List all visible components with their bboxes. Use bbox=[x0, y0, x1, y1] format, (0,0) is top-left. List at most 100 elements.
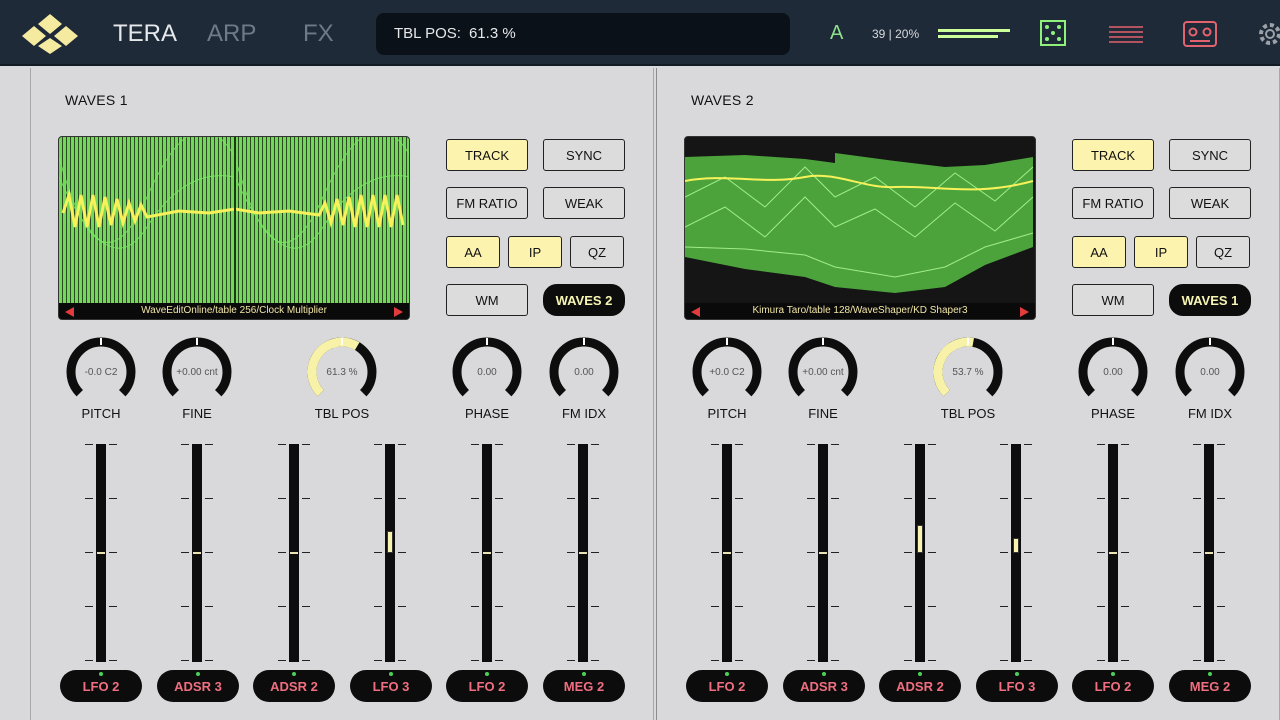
fader-thumb[interactable] bbox=[917, 524, 923, 553]
fader-thumb[interactable] bbox=[290, 552, 298, 554]
mod-source-button[interactable]: MEG 2 bbox=[543, 670, 625, 702]
voice-meter bbox=[938, 35, 998, 38]
weak-button[interactable]: WEAK bbox=[1169, 187, 1251, 219]
fm-idx-knob[interactable]: 0.00 FM IDX bbox=[546, 336, 622, 422]
fader-thumb[interactable] bbox=[387, 531, 393, 553]
prev-table-arrow-icon[interactable] bbox=[65, 307, 74, 317]
qz-button[interactable]: QZ bbox=[1196, 236, 1250, 268]
fine-knob[interactable]: +0.00 cnt FINE bbox=[159, 336, 235, 422]
mod-source-button[interactable]: ADSR 3 bbox=[157, 670, 239, 702]
pitch-knob[interactable]: +0.0 C2 PITCH bbox=[689, 336, 765, 422]
mod-source-button[interactable]: MEG 2 bbox=[1169, 670, 1251, 702]
fader-tick bbox=[711, 444, 719, 445]
aa-button[interactable]: AA bbox=[446, 236, 500, 268]
ip-button[interactable]: IP bbox=[1134, 236, 1188, 268]
phase-knob[interactable]: 0.00 PHASE bbox=[449, 336, 525, 422]
fader-tick bbox=[1000, 606, 1008, 607]
wm-button[interactable]: WM bbox=[446, 284, 528, 316]
mod-fader[interactable] bbox=[900, 444, 940, 664]
track-button[interactable]: TRACK bbox=[1072, 139, 1154, 171]
prev-table-arrow-icon[interactable] bbox=[691, 307, 700, 317]
fader-track bbox=[1011, 444, 1021, 662]
fader-thumb[interactable] bbox=[819, 552, 827, 554]
fm-ratio-button[interactable]: FM RATIO bbox=[446, 187, 528, 219]
fader-thumb[interactable] bbox=[1013, 537, 1019, 553]
wm-button[interactable]: WM bbox=[1072, 284, 1154, 316]
fm-idx-knob[interactable]: 0.00 FM IDX bbox=[1172, 336, 1248, 422]
phase-knob[interactable]: 0.00 PHASE bbox=[1075, 336, 1151, 422]
mod-fader[interactable] bbox=[467, 444, 507, 664]
mod-source-button[interactable]: LFO 2 bbox=[60, 670, 142, 702]
tera-logo[interactable] bbox=[20, 12, 80, 56]
fader-thumb[interactable] bbox=[97, 552, 105, 554]
lines-menu-icon[interactable] bbox=[1108, 18, 1144, 48]
fader-thumb[interactable] bbox=[1205, 552, 1213, 554]
fader-tick bbox=[735, 606, 743, 607]
mod-source-button[interactable]: ADSR 2 bbox=[253, 670, 335, 702]
wave-source-button[interactable]: WAVES 2 bbox=[543, 284, 625, 316]
mod-fader[interactable] bbox=[707, 444, 747, 664]
tape-icon[interactable] bbox=[1182, 18, 1218, 48]
tab-tera[interactable]: TERA bbox=[113, 20, 177, 48]
weak-button[interactable]: WEAK bbox=[543, 187, 625, 219]
fader-tick bbox=[928, 606, 936, 607]
mod-fader[interactable] bbox=[177, 444, 217, 664]
ip-button[interactable]: IP bbox=[508, 236, 562, 268]
wavetable-display[interactable]: Kimura Taro/table 128/WaveShaper/KD Shap… bbox=[684, 136, 1036, 320]
mod-source-button[interactable]: LFO 3 bbox=[976, 670, 1058, 702]
mod-source-button[interactable]: LFO 2 bbox=[1072, 670, 1154, 702]
fader-tick bbox=[1217, 606, 1225, 607]
fader-tick bbox=[1097, 606, 1105, 607]
wavetable-display[interactable]: WaveEditOnline/table 256/Clock Multiplie… bbox=[58, 136, 410, 320]
fader-tick bbox=[567, 660, 575, 661]
fader-thumb[interactable] bbox=[193, 552, 201, 554]
mod-source-button[interactable]: ADSR 3 bbox=[783, 670, 865, 702]
wave-source-button[interactable]: WAVES 1 bbox=[1169, 284, 1251, 316]
mod-fader[interactable] bbox=[274, 444, 314, 664]
tab-arp[interactable]: ARP bbox=[207, 20, 256, 48]
mod-fader[interactable] bbox=[996, 444, 1036, 664]
track-button[interactable]: TRACK bbox=[446, 139, 528, 171]
fader-tick bbox=[374, 552, 382, 553]
mod-source-button[interactable]: LFO 2 bbox=[686, 670, 768, 702]
fine-knob[interactable]: +0.00 cnt FINE bbox=[785, 336, 861, 422]
fm-ratio-button[interactable]: FM RATIO bbox=[1072, 187, 1154, 219]
mod-fader[interactable] bbox=[1093, 444, 1133, 664]
gear-icon[interactable] bbox=[1256, 18, 1280, 48]
fader-tick bbox=[807, 552, 815, 553]
next-table-arrow-icon[interactable] bbox=[1020, 307, 1029, 317]
fader-tick bbox=[398, 606, 406, 607]
fader-tick bbox=[181, 606, 189, 607]
mod-fader[interactable] bbox=[803, 444, 843, 664]
tbl-pos-knob[interactable]: 53.7 % TBL POS bbox=[930, 336, 1006, 422]
mod-source-button[interactable]: LFO 3 bbox=[350, 670, 432, 702]
parameter-name: TBL POS: bbox=[394, 25, 461, 42]
preset-slot-indicator[interactable]: A bbox=[830, 22, 843, 45]
aa-button[interactable]: AA bbox=[1072, 236, 1126, 268]
sync-button[interactable]: SYNC bbox=[543, 139, 625, 171]
fader-thumb[interactable] bbox=[1109, 552, 1117, 554]
mod-source-button[interactable]: LFO 2 bbox=[446, 670, 528, 702]
mod-fader[interactable] bbox=[1189, 444, 1229, 664]
mod-fader[interactable] bbox=[563, 444, 603, 664]
mod-fader[interactable] bbox=[370, 444, 410, 664]
mod-source-button[interactable]: ADSR 2 bbox=[879, 670, 961, 702]
mod-fader[interactable] bbox=[81, 444, 121, 664]
fader-tick bbox=[85, 660, 93, 661]
qz-button[interactable]: QZ bbox=[570, 236, 624, 268]
fader-thumb[interactable] bbox=[483, 552, 491, 554]
knob-label: FM IDX bbox=[561, 406, 607, 421]
fader-thumb[interactable] bbox=[579, 552, 587, 554]
fader-tick bbox=[928, 498, 936, 499]
fader-thumb[interactable] bbox=[723, 552, 731, 554]
fader-tick bbox=[904, 444, 912, 445]
sync-button[interactable]: SYNC bbox=[1169, 139, 1251, 171]
fader-tick bbox=[471, 552, 479, 553]
fader-tick bbox=[85, 552, 93, 553]
tab-fx[interactable]: FX bbox=[303, 20, 334, 48]
pitch-knob[interactable]: -0.0 C2 PITCH bbox=[63, 336, 139, 422]
next-table-arrow-icon[interactable] bbox=[394, 307, 403, 317]
tbl-pos-knob[interactable]: 61.3 % TBL POS bbox=[304, 336, 380, 422]
dice-icon[interactable] bbox=[1039, 18, 1067, 48]
fader-tick bbox=[1097, 498, 1105, 499]
